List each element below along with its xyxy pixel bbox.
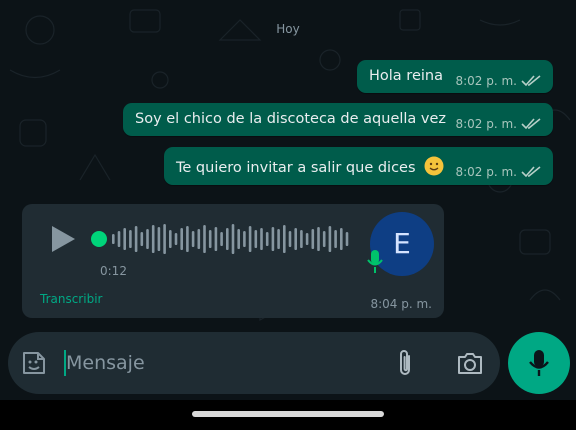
waveform-bar (288, 231, 292, 247)
waveform-bar (169, 230, 172, 248)
waveform-bar (283, 225, 286, 253)
waveform-bar (322, 231, 326, 247)
home-indicator[interactable] (192, 411, 384, 417)
waveform-bar (146, 229, 149, 249)
waveform-bar (226, 228, 229, 250)
double-check-icon (521, 118, 541, 130)
paperclip-icon[interactable] (394, 348, 416, 378)
message-bubble-outgoing[interactable]: Te quiero invitar a salir que dices 8:02… (164, 147, 553, 185)
waveform-bar (151, 225, 155, 253)
waveform-bar (174, 233, 178, 245)
message-meta: 8:02 p. m. (455, 165, 543, 179)
play-icon[interactable] (48, 224, 78, 254)
microphone-badge-icon (367, 250, 383, 273)
waveform-bar (265, 232, 269, 246)
waveform-bar (220, 232, 223, 246)
waveform-bar (208, 230, 212, 248)
voice-message-bubble[interactable]: 0:12 E Transcribir 8:04 p. m. (22, 204, 444, 318)
microphone-icon (529, 350, 549, 376)
message-meta: 8:02 p. m. (455, 117, 543, 131)
waveform-bar (237, 229, 240, 249)
waveform-bar (305, 233, 309, 245)
message-input[interactable]: Mensaje (66, 352, 145, 374)
waveform-bar (260, 228, 263, 250)
waveform-bar (117, 231, 121, 247)
waveform-bar (163, 224, 166, 254)
message-bubble-outgoing[interactable]: Soy el chico de la discoteca de aquella … (123, 103, 553, 136)
waveform-bar (140, 232, 144, 246)
record-voice-button[interactable] (508, 332, 570, 394)
message-meta: 8:02 p. m. (455, 74, 543, 88)
waveform-bar (340, 228, 343, 250)
waveform-bar (328, 226, 332, 252)
camera-icon[interactable] (456, 350, 484, 376)
date-chip: Hoy (276, 22, 300, 36)
message-time: 8:02 p. m. (455, 117, 517, 131)
waveform-bar (271, 227, 275, 251)
waveform-bar (112, 234, 115, 244)
transcribe-link[interactable]: Transcribir (40, 292, 102, 306)
double-check-icon (521, 166, 541, 178)
waveform-bar (345, 232, 349, 246)
waveform-bar (243, 231, 246, 247)
waveform-bar (180, 228, 183, 250)
emoji-sticker-icon[interactable] (20, 349, 48, 377)
waveform-bar (231, 224, 235, 254)
waveform-bar (311, 229, 315, 249)
waveform-bar (134, 226, 138, 252)
waveform-bar (214, 227, 218, 251)
waveform-bar (203, 225, 206, 253)
waveform-bar (300, 230, 303, 248)
message-time: 8:02 p. m. (455, 165, 517, 179)
waveform-bar (334, 230, 337, 248)
message-bubble-outgoing[interactable]: Hola reina 8:02 p. m. (357, 60, 553, 93)
smiling-face-emoji-icon (424, 156, 444, 176)
message-time: 8:04 p. m. (370, 297, 432, 311)
message-time: 8:02 p. m. (455, 74, 517, 88)
message-text: Soy el chico de la discoteca de aquella … (135, 111, 447, 127)
waveform-bar (197, 229, 201, 249)
voice-duration: 0:12 (100, 264, 127, 278)
audio-waveform[interactable] (110, 222, 355, 256)
waveform-bar (129, 230, 132, 248)
double-check-icon (521, 75, 541, 87)
message-text: Te quiero invitar a salir que dices (176, 156, 444, 176)
waveform-bar (248, 226, 252, 252)
system-navigation-bar (0, 400, 576, 430)
waveform-bar (123, 228, 126, 250)
message-composer: Mensaje (8, 332, 500, 394)
waveform-bar (157, 227, 161, 251)
message-text: Hola reina (369, 68, 443, 84)
waveform-bar (317, 227, 320, 251)
playback-position-dot[interactable] (91, 231, 107, 247)
message-text-content: Te quiero invitar a salir que dices (176, 160, 416, 176)
waveform-bar (186, 226, 189, 252)
waveform-bar (294, 228, 297, 250)
waveform-bar (191, 231, 195, 247)
waveform-bar (277, 229, 280, 249)
waveform-bar (254, 230, 258, 248)
